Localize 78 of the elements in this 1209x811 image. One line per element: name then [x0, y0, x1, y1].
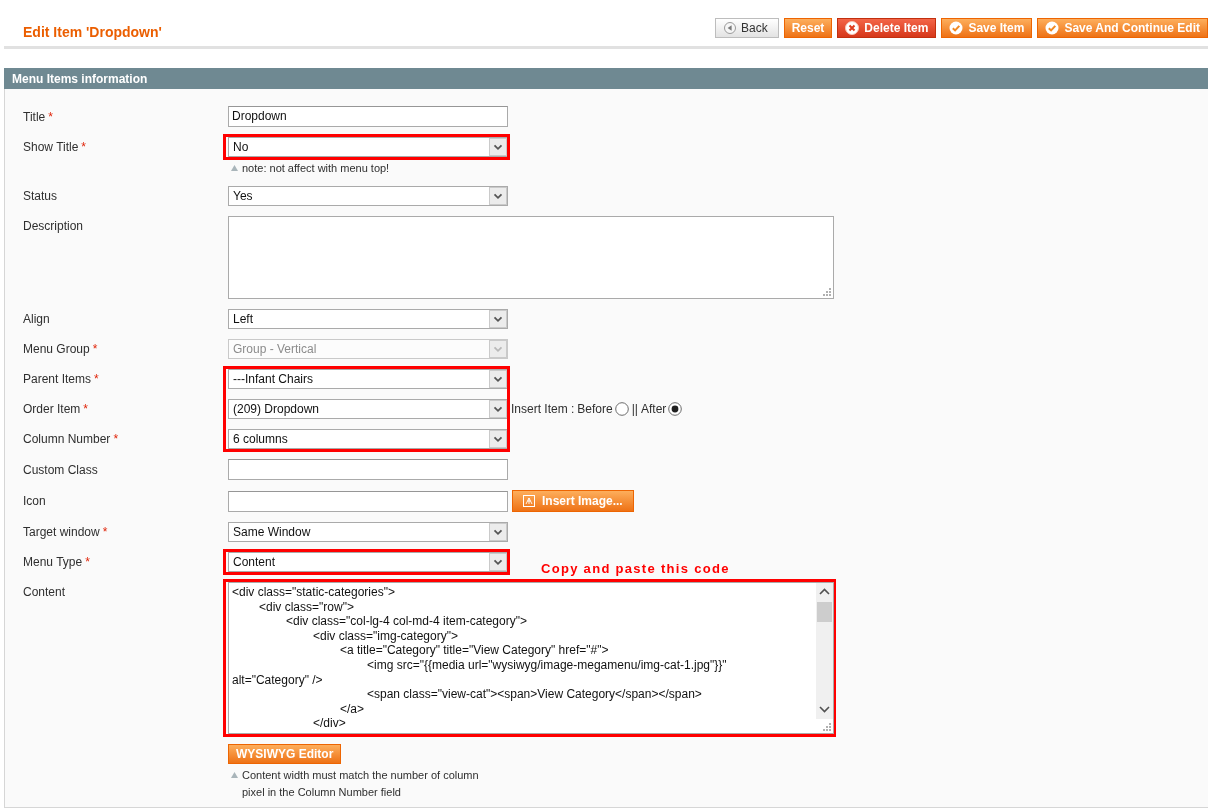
code-line: <div class="row">: [258, 599, 354, 615]
required-mark: *: [81, 139, 87, 156]
chevron-down-icon: [489, 340, 507, 358]
field-note: note: not affect with menu top!: [242, 161, 390, 176]
scrollbar[interactable]: [816, 583, 833, 719]
code-line: <a title="Category" title="View Category" href="#">: [339, 643, 609, 658]
select-dropdown[interactable]: Same Window: [228, 522, 508, 542]
resize-grip-icon[interactable]: [823, 723, 831, 731]
code-line: <div class="col-lg-4 col-md-4 item-category">: [285, 614, 527, 629]
delete-button[interactable]: Delete Item: [837, 18, 937, 38]
field-label: Order Item: [23, 401, 81, 418]
code-line: </div>: [312, 716, 346, 731]
check-circle-icon: [949, 21, 964, 35]
radio-icon[interactable]: [614, 402, 629, 416]
required-mark: *: [113, 431, 119, 448]
radio-option[interactable]: After: [640, 402, 683, 416]
code-line: </a>: [339, 701, 365, 717]
chevron-down-icon: [489, 138, 507, 156]
field-label: Menu Type: [23, 554, 83, 571]
code-line: <div class="img-category">: [312, 628, 458, 644]
close-circle-icon: [845, 21, 860, 35]
field-label: Menu Group: [23, 341, 90, 358]
radio-icon[interactable]: [668, 402, 683, 416]
field-label: Target window: [23, 524, 100, 541]
select-dropdown[interactable]: (209) Dropdown: [228, 399, 508, 419]
chevron-down-icon[interactable]: [819, 706, 830, 713]
chevron-down-icon: [489, 553, 507, 571]
text-input[interactable]: [228, 490, 508, 512]
insert-label: Insert Item :: [511, 402, 575, 416]
code-line: <div class="static-categories">: [232, 585, 395, 600]
select-dropdown[interactable]: ---Infant Chairs: [228, 369, 508, 389]
select-dropdown[interactable]: Yes: [228, 186, 508, 206]
chevron-up-icon[interactable]: [819, 588, 830, 595]
text-input[interactable]: Dropdown: [228, 106, 508, 127]
code-line: <span class="view-cat"><span>View Category</span></span>: [366, 687, 702, 702]
required-mark: *: [48, 108, 53, 126]
field-label: Icon: [23, 493, 46, 510]
resize-grip-icon[interactable]: [823, 288, 831, 296]
required-mark: *: [92, 341, 98, 358]
check-circle-icon: [1045, 21, 1060, 35]
page-title: Edit Item 'Dropdown': [23, 24, 163, 40]
chevron-down-icon: [489, 400, 507, 418]
section-title: Menu Items information: [12, 71, 148, 86]
field-label: Parent Items: [23, 371, 92, 388]
field-label: Column Number: [23, 431, 111, 448]
separator-text: ||: [631, 402, 638, 416]
select-dropdown[interactable]: Left: [228, 309, 508, 329]
chevron-down-icon: [489, 187, 507, 205]
callout-text: Copy and paste this code: [541, 561, 730, 576]
radio-option[interactable]: Before: [577, 402, 629, 416]
field-label: Content: [23, 584, 66, 601]
select-dropdown[interactable]: 6 columns: [228, 429, 508, 449]
code-line: <img src="{{media url="wysiwyg/image-megamenu/img-cat-1.jpg"}}": [366, 657, 727, 673]
field-label: Custom Class: [23, 461, 98, 479]
field-label: Status: [23, 188, 58, 205]
back-button[interactable]: Back: [715, 18, 779, 38]
triangle-icon: [231, 772, 238, 778]
chevron-down-icon: [489, 310, 507, 328]
required-mark: *: [102, 524, 108, 541]
field-label: Align: [23, 311, 50, 328]
field-label: Title: [23, 108, 46, 126]
field-label: Show Title: [23, 139, 79, 156]
required-mark: *: [85, 554, 90, 571]
textarea-field[interactable]: [228, 216, 834, 299]
scrollbar-thumb[interactable]: [817, 602, 832, 622]
select-dropdown[interactable]: No: [228, 137, 508, 157]
field-note: Content width must match the number of column pixel in the Column Number field: [242, 768, 480, 800]
field-label: Description: [23, 218, 84, 235]
required-mark: *: [94, 371, 99, 388]
code-line: alt="Category" />: [232, 672, 323, 688]
image-icon: [523, 495, 535, 507]
required-mark: *: [83, 401, 89, 418]
select-dropdown[interactable]: Content: [228, 552, 508, 572]
triangle-icon: [231, 165, 238, 171]
chevron-down-icon: [489, 370, 507, 388]
chevron-down-icon: [489, 430, 507, 448]
chevron-down-icon: [489, 523, 507, 541]
text-input[interactable]: [228, 459, 508, 480]
